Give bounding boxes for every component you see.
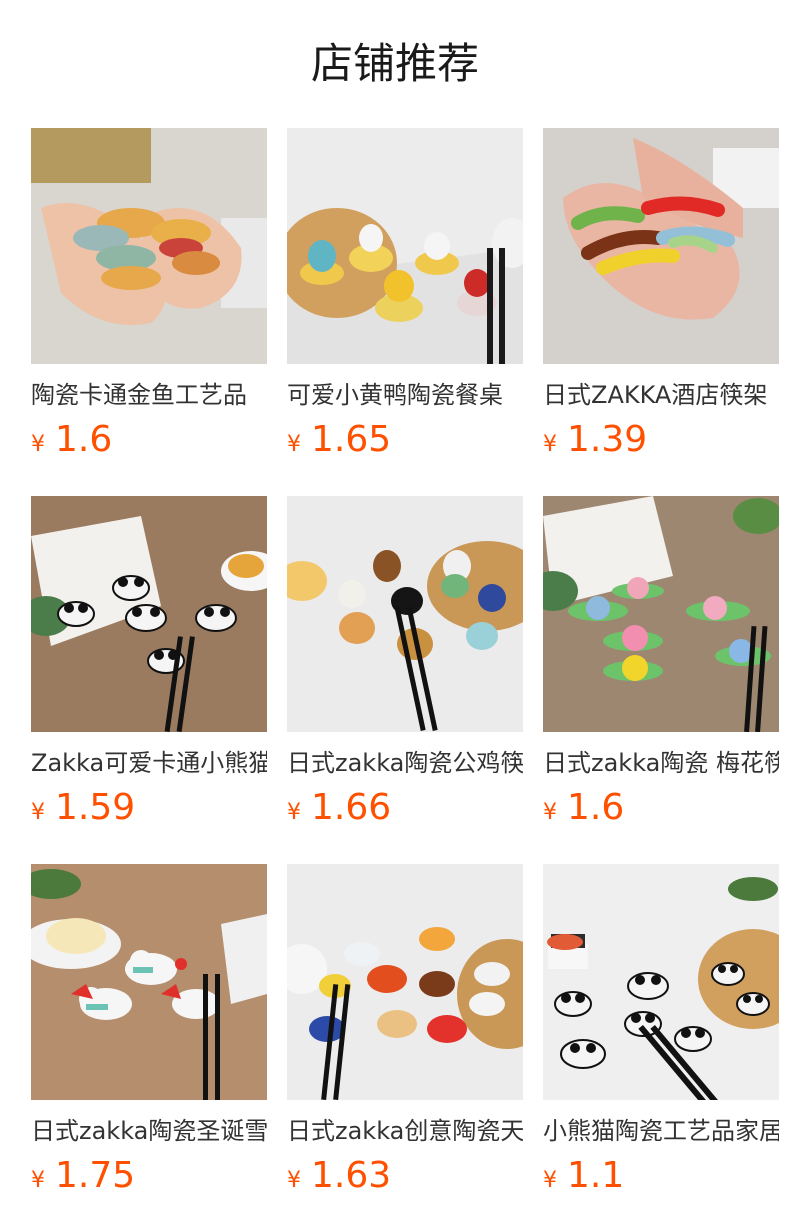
product-card[interactable]: 小熊猫陶瓷工艺品家居 ¥1.1 (543, 864, 779, 1232)
product-image[interactable] (31, 864, 267, 1100)
product-image[interactable] (31, 128, 267, 364)
product-image[interactable] (287, 128, 523, 364)
price-row: ¥1.59 (31, 788, 267, 828)
product-image[interactable] (543, 864, 779, 1100)
product-price: 1.75 (55, 1155, 136, 1196)
price-row: ¥1.39 (543, 420, 779, 460)
currency-symbol: ¥ (287, 1168, 301, 1193)
product-price: 1.6 (567, 787, 625, 828)
product-image[interactable] (31, 496, 267, 732)
product-name[interactable]: 日式zakka创意陶瓷天鹅 (287, 1114, 523, 1148)
currency-symbol: ¥ (31, 800, 45, 825)
product-card[interactable]: Zakka可爱卡通小熊猫 ¥1.59 (31, 496, 267, 864)
currency-symbol: ¥ (287, 432, 301, 457)
product-price: 1.63 (311, 1155, 392, 1196)
product-name[interactable]: 小熊猫陶瓷工艺品家居 (543, 1114, 779, 1148)
product-card[interactable]: 陶瓷卡通金鱼工艺品 ¥1.6 (31, 128, 267, 496)
product-image[interactable] (543, 128, 779, 364)
product-card[interactable]: 日式zakka陶瓷 梅花筷 ¥1.6 (543, 496, 779, 864)
currency-symbol: ¥ (543, 800, 557, 825)
currency-symbol: ¥ (543, 432, 557, 457)
product-card[interactable]: 日式ZAKKA酒店筷架 ¥1.39 (543, 128, 779, 496)
page-title: 店铺推荐 (310, 39, 479, 88)
product-name[interactable]: 陶瓷卡通金鱼工艺品 (31, 378, 267, 412)
price-row: ¥1.63 (287, 1156, 523, 1196)
product-name[interactable]: Zakka可爱卡通小熊猫 (31, 746, 267, 780)
product-price: 1.1 (567, 1155, 625, 1196)
product-image[interactable] (287, 496, 523, 732)
product-card[interactable]: 日式zakka创意陶瓷天鹅 ¥1.63 (287, 864, 523, 1232)
product-name[interactable]: 日式zakka陶瓷公鸡筷 (287, 746, 523, 780)
product-price: 1.65 (311, 419, 392, 460)
price-row: ¥1.1 (543, 1156, 779, 1196)
product-name[interactable]: 日式zakka陶瓷圣诞雪人 (31, 1114, 267, 1148)
product-card[interactable]: 日式zakka陶瓷圣诞雪人 ¥1.75 (31, 864, 267, 1232)
product-image[interactable] (543, 496, 779, 732)
price-row: ¥1.75 (31, 1156, 267, 1196)
price-row: ¥1.6 (31, 420, 267, 460)
product-image[interactable] (287, 864, 523, 1100)
product-price: 1.66 (311, 787, 392, 828)
currency-symbol: ¥ (31, 432, 45, 457)
price-row: ¥1.65 (287, 420, 523, 460)
price-row: ¥1.6 (543, 788, 779, 828)
product-card[interactable]: 可爱小黄鸭陶瓷餐桌 ¥1.65 (287, 128, 523, 496)
currency-symbol: ¥ (543, 1168, 557, 1193)
product-name[interactable]: 可爱小黄鸭陶瓷餐桌 (287, 378, 523, 412)
price-row: ¥1.66 (287, 788, 523, 828)
product-name[interactable]: 日式ZAKKA酒店筷架 (543, 378, 779, 412)
product-card[interactable]: 日式zakka陶瓷公鸡筷 ¥1.66 (287, 496, 523, 864)
product-price: 1.39 (567, 419, 648, 460)
product-price: 1.6 (55, 419, 113, 460)
currency-symbol: ¥ (31, 1168, 45, 1193)
product-name[interactable]: 日式zakka陶瓷 梅花筷 (543, 746, 779, 780)
currency-symbol: ¥ (287, 800, 301, 825)
product-grid: 陶瓷卡通金鱼工艺品 ¥1.6 可爱小黄鸭陶瓷餐桌 ¥ 1.65 日式ZAKKA酒… (31, 128, 790, 1232)
product-price: 1.59 (55, 787, 136, 828)
